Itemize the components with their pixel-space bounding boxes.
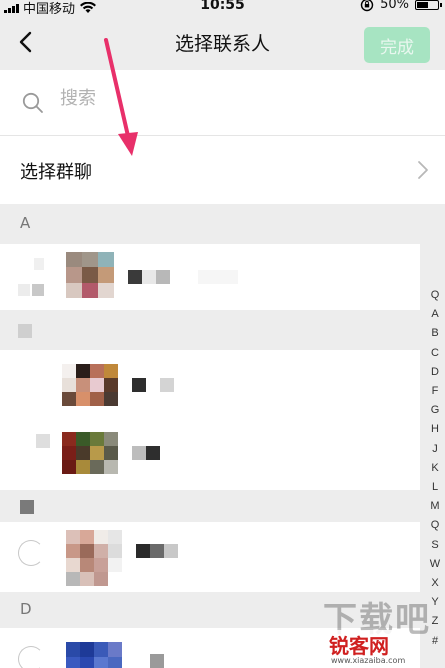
contact-row[interactable] xyxy=(0,350,215,416)
index-letter[interactable]: A xyxy=(431,305,438,324)
section-header-b xyxy=(0,310,420,350)
blurred-pixel xyxy=(18,284,30,296)
avatar xyxy=(62,364,118,406)
blurred-pixel xyxy=(136,544,150,558)
section-letter: A xyxy=(20,214,31,232)
section-header-c xyxy=(0,490,420,522)
blurred-pixel xyxy=(156,270,170,284)
select-group-chat-label: 选择群聊 xyxy=(20,162,92,183)
blurred-section-letter xyxy=(18,324,32,338)
index-letter[interactable]: M xyxy=(430,497,439,516)
section-header-a: A xyxy=(0,204,420,244)
watermark-url: www.xiazaiba.com xyxy=(331,656,406,665)
index-letter[interactable]: X xyxy=(431,574,438,593)
wifi-icon xyxy=(80,1,97,13)
blurred-pixel xyxy=(150,544,164,558)
battery-percent: 50% xyxy=(380,0,409,12)
contact-list-b xyxy=(0,350,420,500)
blurred-pixel xyxy=(160,378,174,392)
blurred-pixel xyxy=(146,446,160,460)
index-letter[interactable]: C xyxy=(431,344,439,363)
index-letter[interactable]: F xyxy=(432,382,439,401)
search-icon xyxy=(22,92,43,113)
done-button[interactable]: 完成 xyxy=(364,27,430,63)
blurred-pixel xyxy=(198,270,238,284)
index-letter[interactable]: B xyxy=(431,324,438,343)
status-time: 10:55 xyxy=(200,0,245,13)
nav-bar: 选择联系人 完成 xyxy=(0,14,445,70)
avatar xyxy=(66,642,122,668)
index-letter[interactable]: Q xyxy=(431,286,440,305)
blurred-pixel xyxy=(128,270,142,284)
blurred-pixel xyxy=(132,446,146,460)
select-group-chat-row[interactable]: 选择群聊 xyxy=(0,136,445,204)
status-bar: 中国移动 10:55 50% xyxy=(0,0,445,17)
search-bar[interactable] xyxy=(0,70,445,136)
index-letter[interactable]: L xyxy=(432,478,438,497)
watermark-cn-text: 锐客网 xyxy=(325,630,393,659)
index-letter[interactable]: Q xyxy=(431,516,440,535)
index-letter[interactable]: J xyxy=(432,440,438,459)
rotation-lock-icon xyxy=(360,0,374,11)
blurred-pixel xyxy=(150,654,164,668)
battery-icon xyxy=(415,0,442,10)
index-letter[interactable]: G xyxy=(431,401,440,420)
index-letter[interactable]: S xyxy=(431,536,438,555)
avatar xyxy=(66,252,114,298)
blurred-pixel xyxy=(142,270,156,284)
chevron-right-icon xyxy=(418,161,428,179)
section-letter: D xyxy=(20,600,32,618)
blurred-pixel xyxy=(32,284,44,296)
contact-row[interactable] xyxy=(0,244,420,310)
contact-row[interactable] xyxy=(0,416,215,490)
avatar xyxy=(66,530,122,586)
index-letter[interactable]: D xyxy=(431,363,439,382)
annotation-arrow-icon xyxy=(104,38,138,156)
index-letter[interactable]: H xyxy=(431,420,439,439)
index-letter[interactable]: W xyxy=(430,555,440,574)
watermark: 下载吧 锐客网 www.xiazaiba.com xyxy=(291,600,441,666)
blurred-pixel xyxy=(164,544,178,558)
select-radio[interactable] xyxy=(18,646,44,668)
signal-icon xyxy=(4,3,19,13)
select-radio[interactable] xyxy=(18,540,44,566)
blurred-section-letter xyxy=(20,500,34,514)
blurred-pixel xyxy=(34,258,44,270)
contact-row[interactable] xyxy=(0,522,420,592)
blurred-pixel xyxy=(132,378,146,392)
blurred-pixel xyxy=(36,434,50,448)
avatar xyxy=(62,432,118,474)
index-letter[interactable]: K xyxy=(431,459,438,478)
